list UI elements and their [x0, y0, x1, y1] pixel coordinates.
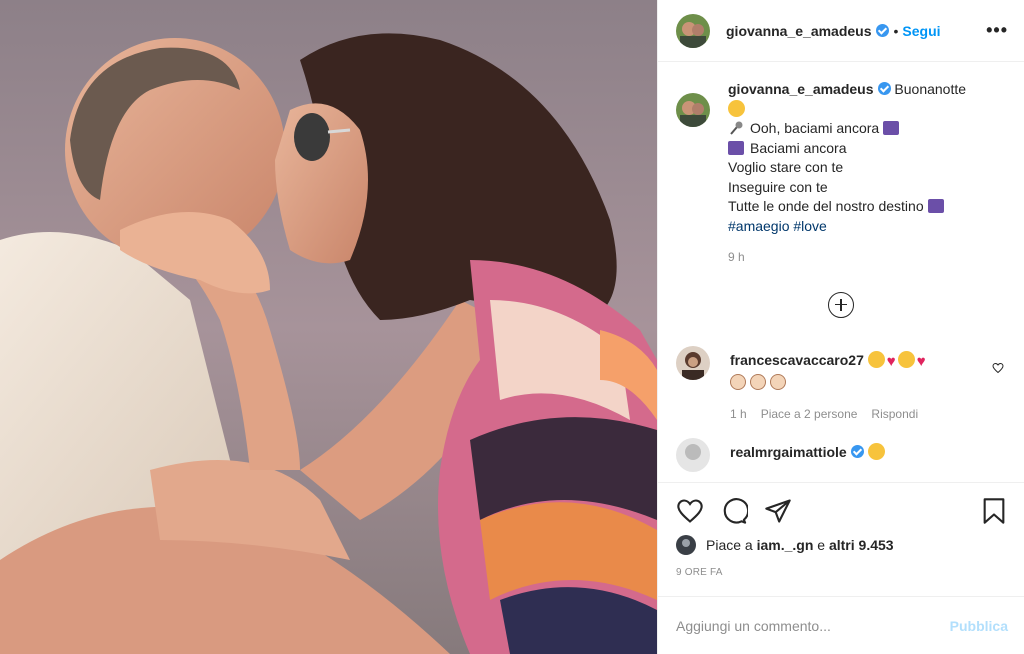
comment-body: realmrgaimattiole: [730, 442, 887, 472]
caption-username[interactable]: giovanna_e_amadeus: [728, 81, 874, 97]
bookmark-icon[interactable]: [980, 497, 1008, 525]
caption-avatar[interactable]: [676, 93, 710, 127]
comment-input[interactable]: [676, 617, 950, 634]
comment-icon[interactable]: [720, 497, 748, 525]
caption: giovanna_e_amadeus Buonanotte Ooh, bacia…: [658, 80, 1024, 268]
heart-eyes-emoji-icon: [867, 350, 885, 368]
load-more-wrap: [658, 291, 1024, 318]
post-panel: giovanna_e_amadeus • Segui ••• giovanna_…: [657, 0, 1024, 654]
author-username[interactable]: giovanna_e_amadeus: [726, 23, 872, 39]
share-icon[interactable]: [764, 497, 792, 525]
caption-line: Tutte le onde del nostro destino: [728, 198, 924, 214]
reply-button[interactable]: Rispondi: [871, 404, 918, 424]
follow-button[interactable]: Segui: [902, 23, 940, 39]
caption-time[interactable]: 9 h: [728, 248, 966, 268]
post-photo[interactable]: [0, 0, 657, 654]
caption-line: Ooh, baciami ancora: [750, 120, 880, 136]
wink-emoji-icon: [728, 99, 745, 117]
likes-prefix: Piace a: [706, 537, 753, 553]
caption-text: giovanna_e_amadeus Buonanotte Ooh, bacia…: [728, 80, 966, 268]
music-notes-emoji-icon: [927, 199, 944, 213]
publish-button[interactable]: Pubblica: [950, 618, 1008, 634]
clapping-hands-emoji-icon: [730, 373, 746, 390]
microphone-emoji-icon: [730, 121, 743, 135]
separator-dot: •: [893, 22, 899, 39]
caption-hashtags[interactable]: #amaegio #love: [728, 217, 966, 237]
music-notes-emoji-icon: [728, 140, 744, 155]
comment-username[interactable]: realmrgaimattiole: [730, 444, 847, 460]
likes-others[interactable]: altri 9.453: [829, 537, 894, 553]
likes-middle: e: [817, 537, 826, 553]
comment-body: francescavaccaro27 ♥ ♥ 1 h Piace a 2 pers…: [730, 350, 928, 424]
comment: realmrgaimattiole: [658, 437, 1024, 472]
comment-avatar[interactable]: [676, 345, 710, 380]
heart-eyes-emoji-icon: [897, 350, 915, 368]
comment-meta: 1 h Piace a 2 persone Rispondi: [730, 404, 928, 424]
like-heart-small-icon[interactable]: [992, 362, 1004, 374]
comment-likes[interactable]: Piace a 2 persone: [761, 404, 858, 424]
verified-badge-icon: [877, 82, 891, 95]
comment-username[interactable]: francescavaccaro27: [730, 352, 864, 368]
add-comments-icon[interactable]: [828, 291, 854, 318]
music-notes-emoji-icon: [883, 121, 900, 135]
clapping-hands-emoji-icon: [770, 373, 786, 390]
comment-time: 1 h: [730, 406, 747, 421]
verified-badge-icon: [875, 24, 889, 37]
caption-first-line: Buonanotte: [894, 81, 967, 97]
action-icons: [676, 483, 1008, 539]
comment: francescavaccaro27 ♥ ♥ 1 h Piace a 2 pers…: [658, 345, 1024, 424]
verified-badge-icon: [850, 444, 864, 458]
post-actions: Piace a iam._.gn e altri 9.453 9 ORE FA: [658, 482, 1024, 578]
more-icon[interactable]: •••: [986, 20, 1008, 41]
caption-line: Inseguire con te: [728, 178, 828, 195]
likes-summary: Piace a iam._.gn e altri 9.453: [676, 535, 1008, 555]
red-heart-emoji-icon: ♥: [886, 352, 896, 370]
post-header: giovanna_e_amadeus • Segui •••: [658, 0, 1024, 62]
liker-avatar[interactable]: [676, 535, 696, 555]
liker-username[interactable]: iam._.gn: [757, 537, 814, 553]
red-heart-emoji-icon: ♥: [916, 352, 926, 370]
caption-line: Voglio stare con te: [728, 159, 844, 175]
clapping-hands-emoji-icon: [750, 373, 766, 390]
heart-icon[interactable]: [676, 497, 704, 525]
author-avatar[interactable]: [676, 13, 710, 48]
comment-avatar[interactable]: [676, 437, 710, 472]
post-date[interactable]: 9 ORE FA: [676, 567, 1008, 578]
add-comment-bar: Pubblica: [658, 596, 1024, 654]
caption-line: Baciami ancora: [750, 139, 847, 156]
heart-eyes-emoji-icon: [867, 442, 885, 460]
comments-list[interactable]: giovanna_e_amadeus Buonanotte Ooh, bacia…: [658, 80, 1024, 482]
